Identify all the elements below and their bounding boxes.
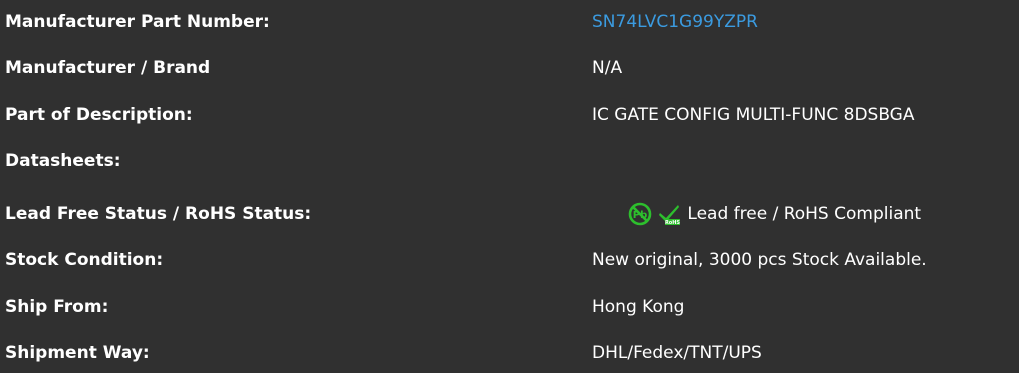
- shipment-way-value: DHL/Fedex/TNT/UPS: [592, 343, 762, 363]
- datasheets-label: Datasheets:: [5, 151, 121, 171]
- spec-row-shipment-way: Shipment Way: DHL/Fedex/TNT/UPS: [0, 333, 1019, 373]
- description-label: Part of Description:: [5, 105, 193, 125]
- rohs-check-icon: RoHS: [657, 204, 681, 226]
- ship-from-value: Hong Kong: [592, 297, 685, 317]
- lead-free-value: Lead free / RoHS Compliant: [687, 204, 922, 224]
- spec-row-stock: Stock Condition: New original, 3000 pcs …: [0, 240, 1019, 280]
- rohs-badge-text: RoHS: [665, 220, 680, 226]
- spec-row-lead-free: Lead Free Status / RoHS Status: Pb RoHS: [0, 194, 1019, 234]
- product-spec-table: Manufacturer Part Number: SN74LVC1G99YZP…: [0, 0, 1019, 373]
- spec-row-ship-from: Ship From: Hong Kong: [0, 287, 1019, 327]
- part-number-label: Manufacturer Part Number:: [5, 12, 270, 32]
- spec-row-brand: Manufacturer / Brand N/A: [0, 48, 1019, 88]
- brand-label: Manufacturer / Brand: [5, 58, 211, 78]
- spec-row-datasheets: Datasheets:: [0, 141, 1019, 181]
- compliance-icons: Pb RoHS: [628, 194, 681, 234]
- ship-from-label: Ship From:: [5, 297, 109, 317]
- stock-value: New original, 3000 pcs Stock Available.: [592, 250, 927, 270]
- brand-value: N/A: [592, 58, 623, 78]
- stock-label: Stock Condition:: [5, 250, 164, 270]
- lead-free-icon: Pb: [628, 202, 657, 226]
- lead-free-label: Lead Free Status / RoHS Status:: [5, 204, 312, 224]
- part-number-link[interactable]: SN74LVC1G99YZPR: [592, 2, 758, 42]
- spec-row-description: Part of Description: IC GATE CONFIG MULT…: [0, 95, 1019, 135]
- description-value: IC GATE CONFIG MULTI-FUNC 8DSBGA: [592, 105, 915, 125]
- shipment-way-label: Shipment Way:: [5, 343, 150, 363]
- lead-free-value-wrap: Pb RoHS Lead free / RoHS Compliant: [628, 194, 921, 234]
- spec-row-part-number: Manufacturer Part Number: SN74LVC1G99YZP…: [0, 2, 1019, 42]
